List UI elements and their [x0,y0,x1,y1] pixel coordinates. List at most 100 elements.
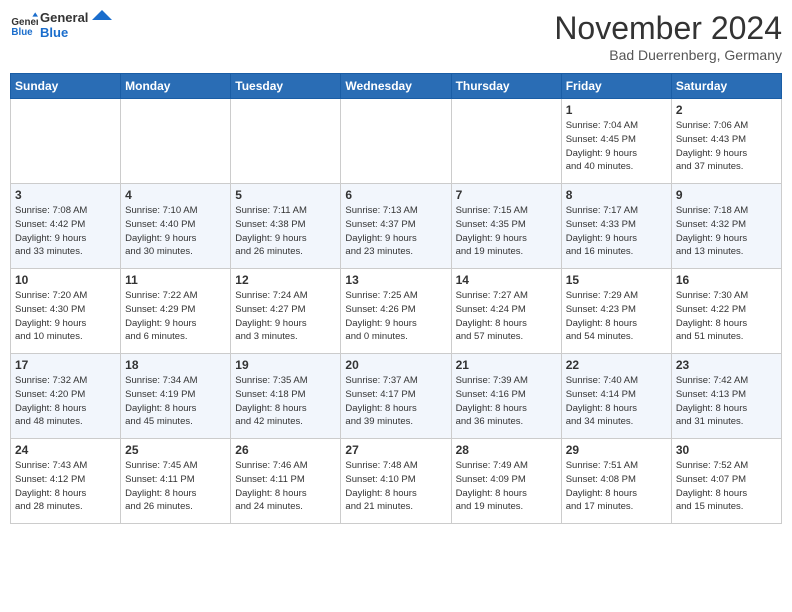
day-number: 18 [125,358,226,372]
day-number: 26 [235,443,336,457]
calendar-cell: 15 Sunrise: 7:29 AM Sunset: 4:23 PM Dayli… [561,269,671,354]
calendar-cell: 25 Sunrise: 7:45 AM Sunset: 4:11 PM Dayli… [121,439,231,524]
day-info: Sunrise: 7:15 AM Sunset: 4:35 PM Dayligh… [456,204,557,259]
day-info: Sunrise: 7:40 AM Sunset: 4:14 PM Dayligh… [566,374,667,429]
calendar-cell: 28 Sunrise: 7:49 AM Sunset: 4:09 PM Dayli… [451,439,561,524]
calendar-cell: 6Sunrise: 7:13 AM Sunset: 4:37 PM Daylig… [341,184,451,269]
day-number: 3 [15,188,116,202]
header-monday: Monday [121,74,231,99]
day-number: 19 [235,358,336,372]
day-number: 16 [676,273,777,287]
calendar-cell [451,99,561,184]
logo-icon: General Blue [10,11,38,39]
calendar-cell: 1Sunrise: 7:04 AM Sunset: 4:45 PM Daylig… [561,99,671,184]
day-number: 1 [566,103,667,117]
calendar-cell: 23 Sunrise: 7:42 AM Sunset: 4:13 PM Dayli… [671,354,781,439]
day-number: 25 [125,443,226,457]
calendar-subtitle: Bad Duerrenberg, Germany [554,47,782,63]
calendar-cell: 13 Sunrise: 7:25 AM Sunset: 4:26 PM Dayli… [341,269,451,354]
day-number: 14 [456,273,557,287]
day-number: 28 [456,443,557,457]
header-thursday: Thursday [451,74,561,99]
day-info: Sunrise: 7:32 AM Sunset: 4:20 PM Dayligh… [15,374,116,429]
day-info: Sunrise: 7:08 AM Sunset: 4:42 PM Dayligh… [15,204,116,259]
day-number: 6 [345,188,446,202]
header-friday: Friday [561,74,671,99]
day-number: 22 [566,358,667,372]
day-info: Sunrise: 7:25 AM Sunset: 4:26 PM Dayligh… [345,289,446,344]
calendar-cell: 22 Sunrise: 7:40 AM Sunset: 4:14 PM Dayli… [561,354,671,439]
calendar-title: November 2024 [554,10,782,47]
day-number: 21 [456,358,557,372]
calendar-cell: 18 Sunrise: 7:34 AM Sunset: 4:19 PM Dayli… [121,354,231,439]
day-number: 17 [15,358,116,372]
calendar-cell: 12 Sunrise: 7:24 AM Sunset: 4:27 PM Dayli… [231,269,341,354]
day-number: 12 [235,273,336,287]
day-info: Sunrise: 7:18 AM Sunset: 4:32 PM Dayligh… [676,204,777,259]
calendar-cell: 26 Sunrise: 7:46 AM Sunset: 4:11 PM Dayli… [231,439,341,524]
calendar-cell: 29Sunrise: 7:51 AM Sunset: 4:08 PM Dayli… [561,439,671,524]
title-area: November 2024 Bad Duerrenberg, Germany [554,10,782,63]
calendar-cell: 16 Sunrise: 7:30 AM Sunset: 4:22 PM Dayli… [671,269,781,354]
calendar-cell: 14 Sunrise: 7:27 AM Sunset: 4:24 PM Dayli… [451,269,561,354]
day-number: 11 [125,273,226,287]
calendar-cell: 5 Sunrise: 7:11 AM Sunset: 4:38 PM Daylig… [231,184,341,269]
day-info: Sunrise: 7:52 AM Sunset: 4:07 PM Dayligh… [676,459,777,514]
calendar-cell: 3 Sunrise: 7:08 AM Sunset: 4:42 PM Daylig… [11,184,121,269]
calendar-header: SundayMondayTuesdayWednesdayThursdayFrid… [11,74,782,99]
day-number: 8 [566,188,667,202]
day-number: 2 [676,103,777,117]
calendar-cell: 2 Sunrise: 7:06 AM Sunset: 4:43 PM Daylig… [671,99,781,184]
day-info: Sunrise: 7:39 AM Sunset: 4:16 PM Dayligh… [456,374,557,429]
calendar-cell: 11 Sunrise: 7:22 AM Sunset: 4:29 PM Dayli… [121,269,231,354]
day-info: Sunrise: 7:10 AM Sunset: 4:40 PM Dayligh… [125,204,226,259]
calendar-cell: 8 Sunrise: 7:17 AM Sunset: 4:33 PM Daylig… [561,184,671,269]
calendar-cell: 20Sunrise: 7:37 AM Sunset: 4:17 PM Dayli… [341,354,451,439]
day-number: 23 [676,358,777,372]
day-info: Sunrise: 7:46 AM Sunset: 4:11 PM Dayligh… [235,459,336,514]
day-info: Sunrise: 7:48 AM Sunset: 4:10 PM Dayligh… [345,459,446,514]
day-info: Sunrise: 7:27 AM Sunset: 4:24 PM Dayligh… [456,289,557,344]
logo-general: General [40,10,88,25]
day-info: Sunrise: 7:06 AM Sunset: 4:43 PM Dayligh… [676,119,777,174]
day-number: 7 [456,188,557,202]
day-info: Sunrise: 7:42 AM Sunset: 4:13 PM Dayligh… [676,374,777,429]
calendar-cell: 21 Sunrise: 7:39 AM Sunset: 4:16 PM Dayli… [451,354,561,439]
day-info: Sunrise: 7:20 AM Sunset: 4:30 PM Dayligh… [15,289,116,344]
day-info: Sunrise: 7:30 AM Sunset: 4:22 PM Dayligh… [676,289,777,344]
day-number: 9 [676,188,777,202]
day-info: Sunrise: 7:24 AM Sunset: 4:27 PM Dayligh… [235,289,336,344]
calendar-cell [121,99,231,184]
day-info: Sunrise: 7:45 AM Sunset: 4:11 PM Dayligh… [125,459,226,514]
day-info: Sunrise: 7:43 AM Sunset: 4:12 PM Dayligh… [15,459,116,514]
calendar-cell: 30 Sunrise: 7:52 AM Sunset: 4:07 PM Dayli… [671,439,781,524]
logo-chevron-icon [92,10,112,30]
calendar-cell: 19 Sunrise: 7:35 AM Sunset: 4:18 PM Dayli… [231,354,341,439]
day-info: Sunrise: 7:22 AM Sunset: 4:29 PM Dayligh… [125,289,226,344]
day-info: Sunrise: 7:35 AM Sunset: 4:18 PM Dayligh… [235,374,336,429]
calendar-cell: 4 Sunrise: 7:10 AM Sunset: 4:40 PM Daylig… [121,184,231,269]
calendar-cell [231,99,341,184]
calendar-cell: 7 Sunrise: 7:15 AM Sunset: 4:35 PM Daylig… [451,184,561,269]
header-tuesday: Tuesday [231,74,341,99]
day-number: 15 [566,273,667,287]
day-info: Sunrise: 7:49 AM Sunset: 4:09 PM Dayligh… [456,459,557,514]
calendar-cell: 24Sunrise: 7:43 AM Sunset: 4:12 PM Dayli… [11,439,121,524]
logo-blue: Blue [40,25,88,40]
day-number: 5 [235,188,336,202]
calendar-cell: 17 Sunrise: 7:32 AM Sunset: 4:20 PM Dayli… [11,354,121,439]
day-info: Sunrise: 7:29 AM Sunset: 4:23 PM Dayligh… [566,289,667,344]
calendar-table: SundayMondayTuesdayWednesdayThursdayFrid… [10,73,782,524]
calendar-cell: 10 Sunrise: 7:20 AM Sunset: 4:30 PM Dayli… [11,269,121,354]
day-number: 4 [125,188,226,202]
day-number: 27 [345,443,446,457]
day-info: Sunrise: 7:11 AM Sunset: 4:38 PM Dayligh… [235,204,336,259]
header-saturday: Saturday [671,74,781,99]
day-info: Sunrise: 7:34 AM Sunset: 4:19 PM Dayligh… [125,374,226,429]
day-info: Sunrise: 7:17 AM Sunset: 4:33 PM Dayligh… [566,204,667,259]
svg-text:Blue: Blue [11,27,33,38]
day-number: 10 [15,273,116,287]
day-number: 13 [345,273,446,287]
day-number: 30 [676,443,777,457]
header: General Blue General Blue November 2024 … [10,10,782,63]
